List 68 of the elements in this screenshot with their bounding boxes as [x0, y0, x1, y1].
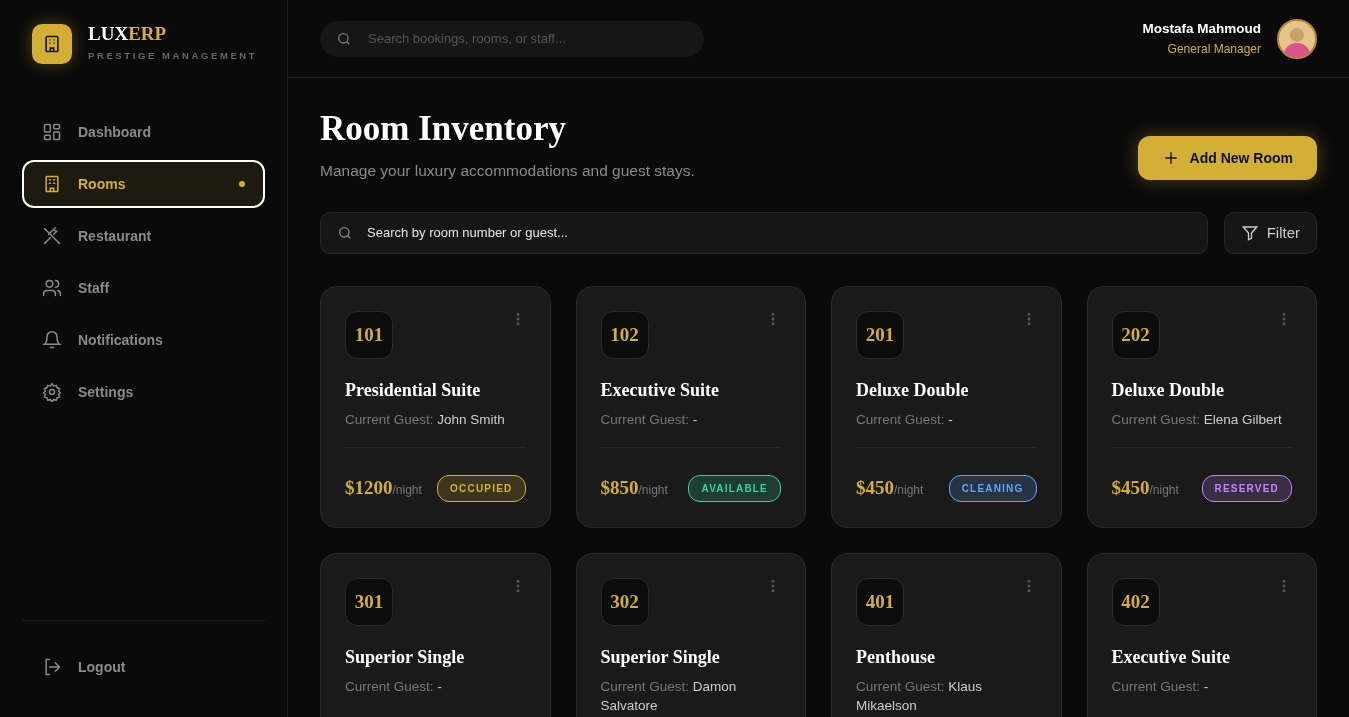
room-price: $450: [856, 477, 894, 499]
room-number: 202: [1111, 310, 1160, 359]
room-price: $850: [600, 477, 639, 499]
brand-tagline: PRESTIGE MANAGEMENT: [88, 49, 258, 64]
logout-button[interactable]: Logout: [22, 643, 265, 691]
user-role: General Manager: [1166, 40, 1261, 58]
guest-info: Current Guest: -: [1111, 677, 1210, 696]
room-name: Deluxe Double: [856, 378, 970, 402]
global-search-field[interactable]: Search bookings, rooms, or staff...: [366, 27, 688, 50]
logout-icon: [42, 657, 62, 677]
search-bar[interactable]: Search bookings, rooms, or staff...: [320, 20, 704, 57]
guest-info: Current Guest: -: [345, 677, 443, 696]
guest-info: Current Guest: Damon Salvatore: [600, 677, 738, 716]
sidebar-item[interactable]: Settings: [22, 368, 265, 416]
room-search-field[interactable]: Search by room number or guest...: [365, 222, 1191, 244]
guest-info: Current Guest: -: [600, 410, 699, 429]
room-price: $450: [1111, 477, 1150, 499]
room-name: Deluxe Double: [1111, 378, 1225, 402]
room-number: 201: [856, 310, 904, 359]
guest-info: Current Guest: Klaus Mikaelson: [856, 677, 984, 716]
status-badge: OCCUPIED: [437, 475, 526, 502]
page-subtitle: Manage your luxury accommodations and guest stays.: [320, 160, 695, 181]
room-name: Superior Single: [345, 645, 466, 669]
filter-icon: [1240, 223, 1259, 242]
status-badge: AVAILABLE: [688, 475, 781, 502]
guest-info: Current Guest: -: [856, 410, 954, 429]
sidebar-item[interactable]: Dashboard: [22, 108, 265, 156]
room-number: 301: [345, 577, 393, 626]
price-unit: /night: [392, 483, 422, 498]
search-icon: [336, 30, 352, 47]
guest-info: Current Guest: Elena Gilbert: [1111, 410, 1283, 429]
sidebar-item[interactable]: Rooms: [22, 160, 265, 208]
status-badge: CLEANING: [948, 475, 1037, 502]
price-unit: /night: [894, 483, 924, 498]
room-number: 402: [1111, 577, 1160, 626]
room-name: Executive Suite: [1111, 645, 1231, 669]
gear-icon: [42, 382, 62, 402]
page-title: Room Inventory: [320, 110, 567, 149]
logo-icon: [32, 24, 72, 64]
search-bar[interactable]: Search by room number or guest...: [320, 211, 1208, 254]
status-badge: RESERVED: [1201, 475, 1292, 502]
filter-button[interactable]: Filter: [1223, 211, 1317, 254]
guest-info: Current Guest: John Smith: [345, 410, 506, 429]
room-number: 401: [856, 577, 904, 626]
active-dot: [239, 181, 245, 187]
room-price: $1200: [345, 477, 393, 499]
utensils-crossed-icon: [42, 226, 62, 246]
room-number: 101: [345, 310, 393, 359]
sidebar-item[interactable]: Notifications: [22, 316, 265, 364]
bell-icon: [42, 330, 62, 350]
search-icon: [337, 224, 353, 241]
user-name: Mostafa Mahmoud: [1142, 20, 1261, 39]
users-icon: [42, 278, 62, 298]
room-name: Superior Single: [600, 645, 721, 669]
room-number: 102: [600, 310, 649, 359]
avatar[interactable]: [1277, 18, 1317, 59]
building-icon: [42, 174, 62, 194]
room-name: Executive Suite: [600, 378, 720, 402]
room-name: Presidential Suite: [345, 378, 482, 402]
grid-icon: [42, 122, 62, 142]
price-unit: /night: [1149, 483, 1179, 498]
sidebar-item[interactable]: Restaurant: [22, 212, 265, 260]
add-room-button[interactable]: Add New Room: [1137, 136, 1317, 180]
room-name: Penthouse: [856, 645, 936, 669]
room-number: 302: [600, 577, 649, 626]
price-unit: /night: [638, 483, 668, 498]
sidebar-item[interactable]: Staff: [22, 264, 265, 312]
brand-name: LUXERP: [88, 24, 168, 44]
